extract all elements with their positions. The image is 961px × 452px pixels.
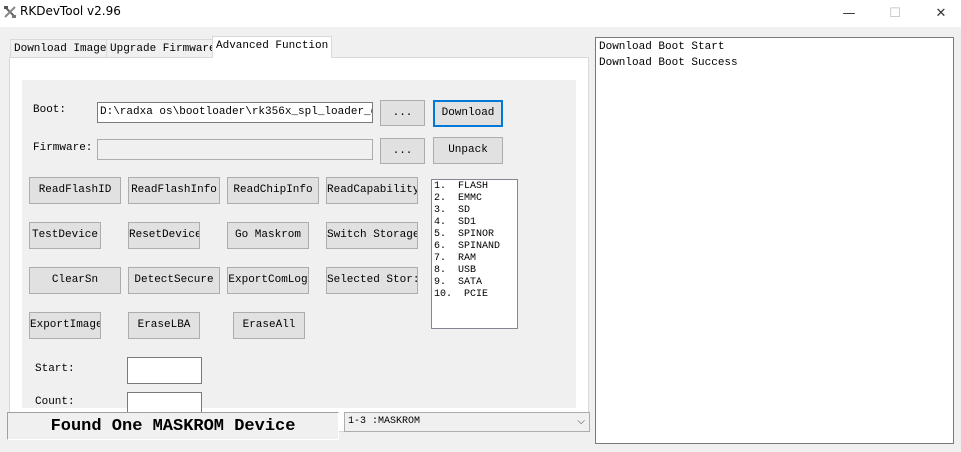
start-label: Start: (35, 363, 75, 375)
minimize-icon: — (842, 6, 856, 21)
go-maskrom-button[interactable]: Go Maskrom (227, 222, 309, 249)
log-line: Download Boot Success (599, 57, 738, 69)
erase-all-button[interactable]: EraseAll (233, 312, 305, 339)
download-button[interactable]: Download (433, 100, 503, 127)
list-item[interactable]: 8. USB (434, 265, 515, 277)
clear-sn-button[interactable]: ClearSn (29, 267, 121, 294)
export-com-log-button[interactable]: ExportComLog (227, 267, 309, 294)
boot-label: Boot: (33, 104, 67, 116)
list-item[interactable]: 4. SD1 (434, 217, 515, 229)
test-device-button[interactable]: TestDevice (29, 222, 101, 249)
close-button[interactable]: ✕ (918, 0, 961, 27)
advanced-function-panel: Boot: D:\radxa os\bootloader\rk356x_spl_… (9, 57, 589, 432)
tab-upgrade-firmware[interactable]: Upgrade Firmware (106, 39, 220, 59)
start-input[interactable] (127, 357, 202, 384)
storage-list[interactable]: 1. FLASH 2. EMMC 3. SD 4. SD1 5. SPINOR … (431, 179, 518, 329)
title-bar: RKDevTool v2.96 — ☐ ✕ (0, 0, 961, 27)
list-item[interactable]: 1. FLASH (434, 181, 515, 193)
switch-storage-button[interactable]: Switch Storage (326, 222, 418, 249)
erase-lba-button[interactable]: EraseLBA (128, 312, 200, 339)
unpack-button[interactable]: Unpack (433, 137, 503, 164)
tab-advanced-function[interactable]: Advanced Function (212, 36, 333, 58)
reset-device-button[interactable]: ResetDevice (128, 222, 200, 249)
device-select[interactable]: 1-3 :MASKROM ⌵ (344, 412, 590, 432)
list-item[interactable]: 9. SATA (434, 277, 515, 289)
advanced-inner-area: Boot: D:\radxa os\bootloader\rk356x_spl_… (22, 80, 576, 419)
window-title: RKDevTool v2.96 (20, 4, 121, 18)
log-output[interactable]: Download Boot Start Download Boot Succes… (595, 37, 954, 444)
maximize-button[interactable]: ☐ (872, 0, 918, 27)
list-item[interactable]: 3. SD (434, 205, 515, 217)
read-flash-info-button[interactable]: ReadFlashInfo (128, 177, 220, 204)
close-icon: ✕ (935, 6, 947, 21)
chevron-down-icon: ⌵ (577, 416, 585, 427)
device-status-label: Found One MASKROM Device (7, 412, 339, 440)
firmware-browse-button[interactable]: ... (380, 138, 425, 164)
read-capability-button[interactable]: ReadCapability (326, 177, 418, 204)
boot-path-field[interactable]: D:\radxa os\bootloader\rk356x_spl_loader… (97, 102, 373, 123)
log-line: Download Boot Start (599, 41, 725, 53)
list-item[interactable]: 6. SPINAND (434, 241, 515, 253)
list-item[interactable]: 7. RAM (434, 253, 515, 265)
firmware-path-field[interactable] (97, 139, 373, 160)
tab-download-image[interactable]: Download Image (10, 39, 111, 59)
read-flash-id-button[interactable]: ReadFlashID (29, 177, 121, 204)
list-item[interactable]: 5. SPINOR (434, 229, 515, 241)
minimize-button[interactable]: — (826, 0, 872, 27)
maximize-icon: ☐ (889, 6, 901, 21)
firmware-label: Firmware: (33, 142, 93, 154)
client-area: Download Image Upgrade Firmware Advanced… (0, 27, 961, 452)
detect-secure-button[interactable]: DetectSecure (128, 267, 220, 294)
list-item[interactable]: 10. PCIE (434, 289, 515, 301)
list-item[interactable]: 2. EMMC (434, 193, 515, 205)
device-select-value: 1-3 :MASKROM (348, 416, 421, 427)
read-chip-info-button[interactable]: ReadChipInfo (227, 177, 319, 204)
selected-storage-button[interactable]: Selected Stor: (326, 267, 418, 294)
rkdevtool-tools-icon (4, 6, 16, 18)
boot-browse-button[interactable]: ... (380, 100, 425, 126)
export-image-button[interactable]: ExportImage (29, 312, 101, 339)
count-label: Count: (35, 396, 75, 408)
